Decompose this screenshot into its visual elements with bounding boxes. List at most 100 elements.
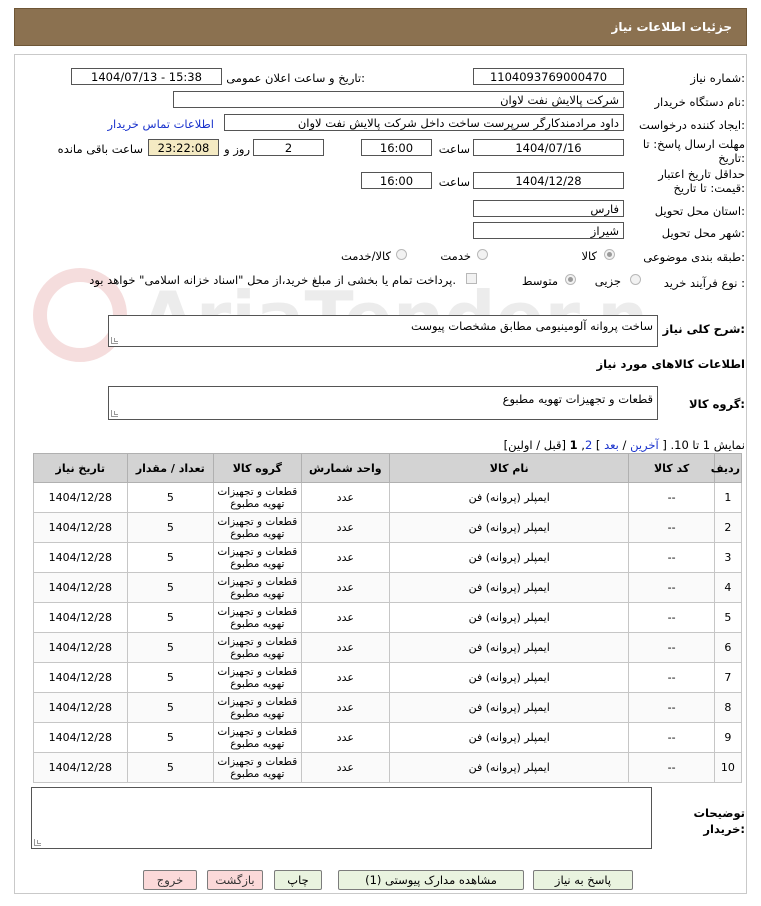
col-header-row-number[interactable]: ردیف: [711, 453, 743, 483]
cell-group: قطعات و تجهیزات تهویه مطبوع: [213, 542, 302, 573]
pagination-next-link[interactable]: بعد: [604, 438, 619, 452]
process-medium-radio[interactable]: [565, 274, 576, 285]
table-row[interactable]: 4 -- ایمپلر (پروانه) فن عدد قطعات و تجهیزات …: [33, 572, 743, 603]
back-button[interactable]: بازگشت: [207, 870, 263, 890]
cell-unit: عدد: [300, 662, 391, 693]
reply-button[interactable]: پاسخ به نیاز: [533, 870, 633, 890]
pagination-page-2[interactable]: 2: [585, 438, 592, 452]
category-service-label: خدمت: [440, 249, 471, 263]
category-goods-label: کالا: [581, 249, 597, 263]
table-row[interactable]: 9 -- ایمپلر (پروانه) فن عدد قطعات و تجهیزات …: [33, 722, 743, 753]
cell-date: 1404/12/28: [33, 542, 128, 573]
cell-quantity: 5: [126, 482, 215, 513]
process-medium-label: متوسط: [521, 274, 558, 288]
buyer-notes-label-1: توضیحات: [693, 806, 746, 820]
cell-row-number: 10: [713, 752, 743, 783]
col-header-group[interactable]: گروه کالا: [213, 453, 302, 483]
description-label: شرح کلی نیاز:: [662, 322, 745, 336]
cell-unit: عدد: [300, 572, 391, 603]
print-button[interactable]: چاپ: [274, 870, 322, 890]
cell-quantity: 5: [126, 572, 215, 603]
process-minor-radio[interactable]: [630, 274, 641, 285]
cell-quantity: 5: [126, 632, 215, 663]
table-header-row: ردیف کد کالا نام کالا واحد شمارش گروه کا…: [33, 453, 743, 483]
cell-row-number: 1: [713, 482, 743, 513]
category-both-label: کالا/خدمت: [340, 249, 391, 263]
cell-group: قطعات و تجهیزات تهویه مطبوع: [213, 722, 302, 753]
col-header-quantity[interactable]: تعداد / مقدار: [126, 453, 215, 483]
exit-button[interactable]: خروج: [143, 870, 197, 890]
cell-name: ایمپلر (پروانه) فن: [389, 662, 630, 693]
buyer-notes-textarea[interactable]: [31, 787, 652, 849]
process-label: نوع فرآیند خرید :: [663, 276, 745, 290]
cell-row-number: 4: [713, 572, 743, 603]
cell-row-number: 9: [713, 722, 743, 753]
page-header: جزئیات اطلاعات نیاز: [14, 8, 747, 46]
resize-grip-icon[interactable]: [34, 839, 41, 846]
treasury-payment-checkbox[interactable]: [466, 273, 477, 284]
cell-row-number: 2: [713, 512, 743, 543]
col-header-date[interactable]: تاریخ نیاز: [33, 453, 128, 483]
col-header-code[interactable]: کد کالا: [628, 453, 715, 483]
cell-row-number: 8: [713, 692, 743, 723]
city-field: شیراز: [473, 222, 624, 239]
cell-code: --: [628, 662, 715, 693]
goods-group-label: گروه کالا:: [689, 397, 745, 411]
category-both-radio[interactable]: [396, 249, 407, 260]
process-minor-label: جزیی: [594, 274, 621, 288]
pagination-prefix: نمایش 1 تا 10.: [670, 438, 745, 452]
cell-date: 1404/12/28: [33, 602, 128, 633]
buyer-notes-label-2: خریدار:: [703, 822, 745, 836]
cell-date: 1404/12/28: [33, 632, 128, 663]
city-label: شهر محل تحویل:: [661, 226, 745, 240]
cell-group: قطعات و تجهیزات تهویه مطبوع: [213, 602, 302, 633]
validity-time-label: ساعت: [438, 175, 470, 189]
cell-code: --: [628, 512, 715, 543]
col-header-unit[interactable]: واحد شمارش: [300, 453, 391, 483]
cell-date: 1404/12/28: [33, 692, 128, 723]
goods-info-title: اطلاعات کالاهای مورد نیاز: [596, 357, 745, 371]
cell-row-number: 7: [713, 662, 743, 693]
category-goods-radio[interactable]: [604, 249, 615, 260]
announce-label: تاریخ و ساعت اعلان عمومی:: [226, 71, 365, 85]
validity-time-field: 16:00: [361, 172, 432, 189]
cell-code: --: [628, 602, 715, 633]
table-row[interactable]: 8 -- ایمپلر (پروانه) فن عدد قطعات و تجهیزات …: [33, 692, 743, 723]
cell-unit: عدد: [300, 632, 391, 663]
resize-grip-icon[interactable]: [111, 337, 118, 344]
table-row[interactable]: 5 -- ایمپلر (پروانه) فن عدد قطعات و تجهیزات …: [33, 602, 743, 633]
table-row[interactable]: 3 -- ایمپلر (پروانه) فن عدد قطعات و تجهیزات …: [33, 542, 743, 573]
table-row[interactable]: 2 -- ایمپلر (پروانه) فن عدد قطعات و تجهیزات …: [33, 512, 743, 543]
description-textarea[interactable]: ساخت پروانه آلومینیومی مطابق مشخصات پیوس…: [108, 315, 658, 347]
table-row[interactable]: 1 -- ایمپلر (پروانه) فن عدد قطعات و تجهیزات …: [33, 482, 743, 513]
cell-code: --: [628, 482, 715, 513]
resize-grip-icon[interactable]: [111, 410, 118, 417]
cell-code: --: [628, 542, 715, 573]
category-service-radio[interactable]: [477, 249, 488, 260]
attachments-button[interactable]: مشاهده مدارک پیوستی (1): [338, 870, 524, 890]
province-field: فارس: [473, 200, 624, 217]
cell-code: --: [628, 632, 715, 663]
cell-unit: عدد: [300, 482, 391, 513]
col-header-name[interactable]: نام کالا: [389, 453, 630, 483]
buyer-org-label: نام دستگاه خریدار:: [654, 95, 745, 109]
cell-unit: عدد: [300, 602, 391, 633]
cell-name: ایمپلر (پروانه) فن: [389, 692, 630, 723]
buyer-contact-link[interactable]: اطلاعات تماس خریدار: [107, 117, 214, 131]
goods-group-text: قطعات و تجهیزات تهویه مطبوع: [502, 392, 653, 406]
cell-date: 1404/12/28: [33, 512, 128, 543]
pagination-last-link[interactable]: آخرین: [630, 438, 659, 452]
table-row[interactable]: 10 -- ایمپلر (پروانه) فن عدد قطعات و تجهیزات…: [33, 752, 743, 783]
table-row[interactable]: 7 -- ایمپلر (پروانه) فن عدد قطعات و تجهیزات …: [33, 662, 743, 693]
table-row[interactable]: 6 -- ایمپلر (پروانه) فن عدد قطعات و تجهیزات …: [33, 632, 743, 663]
pagination-bracket-close: ]: [595, 438, 601, 452]
cell-name: ایمپلر (پروانه) فن: [389, 722, 630, 753]
cell-group: قطعات و تجهیزات تهویه مطبوع: [213, 482, 302, 513]
pagination-page-1: 1: [569, 438, 578, 452]
goods-group-textarea[interactable]: قطعات و تجهیزات تهویه مطبوع: [108, 386, 658, 420]
cell-name: ایمپلر (پروانه) فن: [389, 512, 630, 543]
need-number-field: 1104093769000470: [473, 68, 624, 85]
cell-quantity: 5: [126, 752, 215, 783]
cell-unit: عدد: [300, 752, 391, 783]
cell-name: ایمپلر (پروانه) فن: [389, 542, 630, 573]
